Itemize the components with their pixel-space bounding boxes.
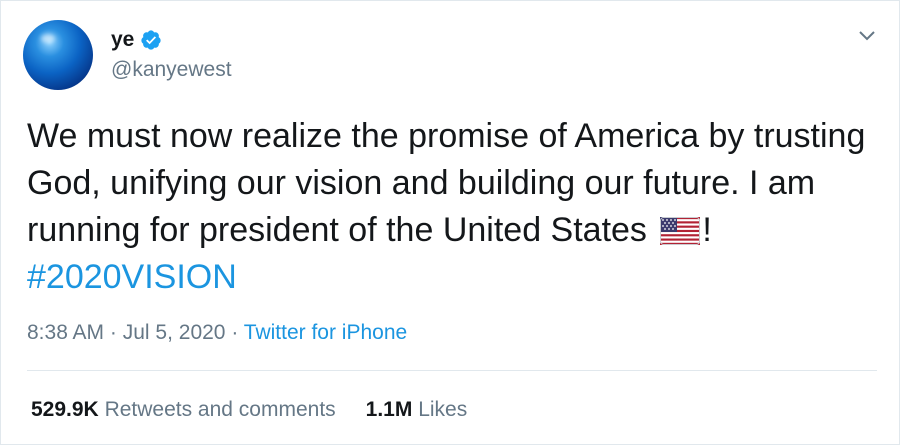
name-row: ye (111, 26, 232, 54)
tweet-date[interactable]: Jul 5, 2020 (123, 321, 226, 344)
retweets-stat[interactable]: 529.9K Retweets and comments (31, 396, 336, 424)
meta-separator: · (104, 321, 123, 344)
avatar[interactable] (23, 20, 93, 90)
meta-separator: · (225, 321, 244, 344)
retweets-label: Retweets and comments (104, 398, 336, 421)
hashtag-link[interactable]: #2020VISION (27, 258, 237, 296)
tweet-text-exclaim: ! (702, 211, 712, 249)
likes-label: Likes (418, 398, 468, 421)
tweet-source-link[interactable]: Twitter for iPhone (244, 321, 407, 344)
display-name[interactable]: ye (111, 27, 134, 53)
tweet-stats: 529.9K Retweets and comments 1.1M Likes (31, 396, 497, 424)
us-flag-emoji-icon (660, 217, 701, 245)
user-handle[interactable]: @kanyewest (111, 56, 232, 84)
chevron-down-icon[interactable] (857, 29, 877, 43)
tweet-text: We must now realize the promise of Ameri… (27, 113, 867, 301)
user-names: ye @kanyewest (111, 26, 232, 84)
verified-badge-icon (141, 30, 161, 50)
tweet-time[interactable]: 8:38 AM (27, 321, 104, 344)
likes-stat[interactable]: 1.1M Likes (366, 396, 468, 424)
tweet-card: ye @kanyewest We must now realize the pr… (0, 0, 900, 445)
tweet-text-main: We must now realize the promise of Ameri… (27, 117, 866, 249)
divider (27, 370, 877, 371)
likes-count: 1.1M (365, 398, 413, 421)
tweet-header: ye @kanyewest (23, 19, 232, 91)
tweet-meta: 8:38 AM · Jul 5, 2020 · Twitter for iPho… (27, 319, 407, 347)
retweets-count: 529.9K (31, 398, 99, 421)
